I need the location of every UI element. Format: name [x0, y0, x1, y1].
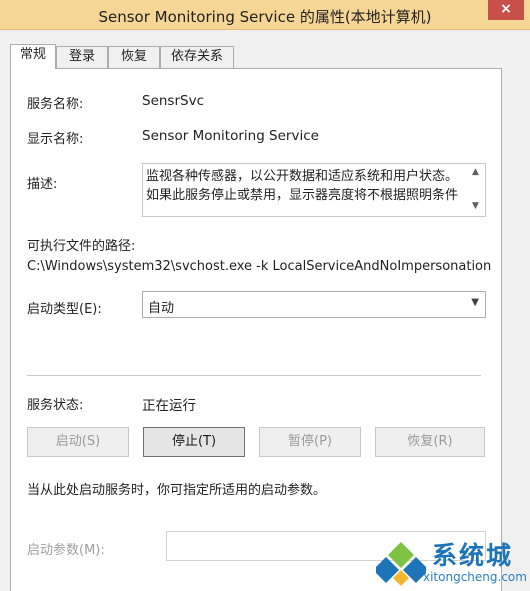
executable-path-label: 可执行文件的路径:: [27, 239, 136, 254]
start-params-label: 启动参数(M):: [27, 543, 105, 558]
watermark-logo-icon: [376, 542, 426, 586]
startup-type-selected-value: 自动: [148, 301, 175, 316]
startup-type-label: 启动类型(E):: [27, 302, 102, 317]
service-name-value: SensrSvc: [142, 93, 204, 109]
display-name-value: Sensor Monitoring Service: [142, 128, 319, 144]
stop-button[interactable]: 停止(T): [143, 427, 245, 457]
tab-dependencies[interactable]: 依存关系: [160, 46, 234, 68]
chevron-down-icon: ▼: [471, 297, 479, 308]
tab-general[interactable]: 常规: [10, 44, 56, 69]
scroll-down-icon[interactable]: ▼: [472, 201, 479, 211]
watermark-brand: 系统城: [432, 541, 514, 570]
resume-button[interactable]: 恢复(R): [375, 427, 485, 457]
service-name-label: 服务名称:: [27, 97, 84, 112]
watermark-url: xitongcheng.com: [423, 570, 527, 584]
service-status-label: 服务状态:: [27, 398, 84, 413]
display-name-label: 显示名称:: [27, 132, 84, 147]
window-title: Sensor Monitoring Service 的属性(本地计算机): [98, 8, 432, 26]
tab-recovery[interactable]: 恢复: [108, 46, 160, 68]
service-status-value: 正在运行: [142, 398, 196, 414]
tab-logon[interactable]: 登录: [56, 46, 108, 68]
pause-button[interactable]: 暂停(P): [259, 427, 361, 457]
watermark: 系统城 xitongcheng.com: [374, 534, 530, 590]
description-line-2: 如果此服务停止或禁用，显示器亮度将不根据照明条件: [146, 188, 459, 203]
description-line-1: 监视各种传感器，以公开数据和适应系统和用户状态。: [146, 169, 459, 184]
section-divider: [27, 375, 481, 376]
close-button[interactable]: ×: [488, 0, 524, 20]
start-button[interactable]: 启动(S): [27, 427, 129, 457]
title-bar: Sensor Monitoring Service 的属性(本地计算机) ×: [0, 0, 530, 30]
description-textbox[interactable]: 监视各种传感器，以公开数据和适应系统和用户状态。 如果此服务停止或禁用，显示器亮…: [142, 163, 486, 217]
scroll-up-icon[interactable]: ▲: [472, 167, 479, 177]
description-scrollbar[interactable]: ▲ ▼: [468, 164, 485, 216]
general-tab-panel: 服务名称: SensrSvc 显示名称: Sensor Monitoring S…: [10, 68, 502, 591]
startup-type-select[interactable]: 自动 ▼: [142, 291, 486, 318]
executable-path-value: C:\Windows\system32\svchost.exe -k Local…: [27, 259, 492, 274]
description-text: 监视各种传感器，以公开数据和适应系统和用户状态。 如果此服务停止或禁用，显示器亮…: [146, 167, 466, 213]
start-params-hint: 当从此处启动服务时，你可指定所适用的启动参数。: [27, 483, 327, 498]
description-label: 描述:: [27, 177, 58, 192]
